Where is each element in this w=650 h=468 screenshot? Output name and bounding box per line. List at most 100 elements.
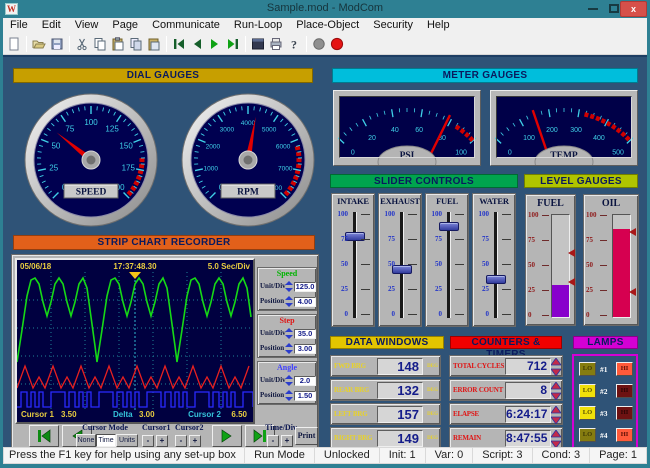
svg-text:RPM: RPM bbox=[237, 188, 259, 198]
lamp-4-lo[interactable]: LO bbox=[579, 428, 596, 442]
cursor-mode-time-button[interactable]: Time bbox=[96, 434, 116, 447]
lamp-1-lo[interactable]: LO bbox=[579, 362, 596, 376]
position-value[interactable]: 1.50 bbox=[294, 391, 316, 401]
spinner-icon[interactable] bbox=[285, 281, 293, 292]
chart-first-button[interactable] bbox=[29, 425, 59, 447]
toolbar-paste-special-icon[interactable] bbox=[145, 35, 163, 53]
counter-spinner-icon[interactable] bbox=[551, 430, 561, 448]
chart-next-button[interactable] bbox=[212, 425, 242, 447]
toolbar-copy-icon[interactable] bbox=[91, 35, 109, 53]
lamp-4-hi[interactable]: HI bbox=[616, 428, 633, 442]
menu-view[interactable]: View bbox=[68, 18, 106, 33]
counter-spinner-icon[interactable] bbox=[551, 382, 561, 400]
svg-text:300: 300 bbox=[570, 127, 582, 134]
svg-text:75: 75 bbox=[65, 124, 74, 133]
cursor2-plus-button[interactable]: + bbox=[189, 435, 201, 447]
psi-meter-gauge: 020406080100PSI bbox=[333, 90, 481, 166]
cursor1-plus-button[interactable]: + bbox=[156, 435, 168, 447]
spinner-icon[interactable] bbox=[285, 390, 293, 401]
close-button[interactable]: x bbox=[620, 1, 647, 17]
level-setpoint-marker-icon[interactable] bbox=[568, 249, 575, 257]
menu-place-object[interactable]: Place-Object bbox=[289, 18, 366, 33]
svg-text:6000: 6000 bbox=[276, 143, 291, 150]
menu-communicate[interactable]: Communicate bbox=[145, 18, 227, 33]
toolbar-play-icon[interactable] bbox=[206, 35, 224, 53]
slider-tick-mark bbox=[502, 289, 511, 290]
position-value[interactable]: 4.00 bbox=[294, 297, 316, 307]
spinner-icon[interactable] bbox=[285, 343, 293, 354]
lamp-3-hi[interactable]: HI bbox=[616, 406, 633, 420]
cursor1-minus-button[interactable]: - bbox=[142, 435, 154, 447]
level-tick-mark bbox=[600, 265, 607, 266]
slider-track[interactable] bbox=[353, 212, 357, 318]
slider-tick-mark bbox=[408, 264, 417, 265]
counter-elapse: ELAPSE 6:24:17 bbox=[449, 403, 563, 425]
toolbar-new-icon[interactable] bbox=[5, 35, 23, 53]
time-div-plus-button[interactable]: + bbox=[281, 435, 293, 447]
menu-run-loop[interactable]: Run-Loop bbox=[227, 18, 289, 33]
menu-page[interactable]: Page bbox=[105, 18, 145, 33]
chart-timebase: 5.0 Sec/Div bbox=[208, 262, 250, 271]
slider-tick-label: 0 bbox=[428, 310, 442, 318]
level-tick-label: 100 bbox=[586, 211, 599, 219]
level-tick-mark bbox=[542, 290, 549, 291]
maximize-button[interactable] bbox=[609, 4, 619, 13]
title-bar[interactable]: W Sample.mod - ModCom x bbox=[0, 0, 650, 18]
level-setpoint-marker-icon[interactable] bbox=[629, 288, 636, 296]
counter-label: REMAIN bbox=[453, 428, 481, 448]
counter-spinner-icon[interactable] bbox=[551, 406, 561, 424]
menu-help[interactable]: Help bbox=[420, 18, 457, 33]
toolbar-prev-icon[interactable] bbox=[188, 35, 206, 53]
cursor-mode-units-button[interactable]: Units bbox=[116, 434, 138, 447]
cursor-mode-none-button[interactable]: None bbox=[76, 434, 96, 447]
slider-track[interactable] bbox=[494, 212, 498, 318]
status-help-text: Press the F1 key for help using any set-… bbox=[3, 447, 245, 464]
spinner-icon[interactable] bbox=[285, 375, 293, 386]
toolbar-print-icon[interactable] bbox=[267, 35, 285, 53]
lamp-1-hi[interactable]: HI bbox=[616, 362, 633, 376]
toolbar-open-icon[interactable] bbox=[30, 35, 48, 53]
print-button[interactable]: Print bbox=[295, 427, 318, 445]
toolbar-last-icon[interactable] bbox=[224, 35, 242, 53]
toolbar-copy-special-icon[interactable] bbox=[127, 35, 145, 53]
slider-handle[interactable] bbox=[392, 265, 412, 274]
toolbar-window-icon[interactable] bbox=[249, 35, 267, 53]
level-gauge-fuel: FUEL 1007550250 bbox=[525, 194, 576, 326]
unit-div-label: Unit/Div bbox=[260, 375, 286, 386]
lamp-3-lo[interactable]: LO bbox=[579, 406, 596, 420]
toolbar-first-icon[interactable] bbox=[170, 35, 188, 53]
svg-text:100: 100 bbox=[84, 118, 98, 127]
toolbar-save-icon[interactable] bbox=[48, 35, 66, 53]
lamp-2-hi[interactable]: HI bbox=[616, 384, 633, 398]
toolbar-record-circle-icon[interactable] bbox=[328, 35, 346, 53]
time-div-minus-button[interactable]: - bbox=[267, 435, 279, 447]
minimize-button[interactable] bbox=[588, 8, 598, 10]
slider-handle[interactable] bbox=[439, 222, 459, 231]
cursor2-minus-button[interactable]: - bbox=[175, 435, 187, 447]
counter-spinner-icon[interactable] bbox=[551, 358, 561, 376]
svg-text:1000: 1000 bbox=[203, 165, 218, 172]
menu-file[interactable]: File bbox=[3, 18, 35, 33]
channel-name: Speed bbox=[258, 269, 316, 278]
lamp-2-lo[interactable]: LO bbox=[579, 384, 596, 398]
lamp-1-number: #1 bbox=[600, 365, 608, 374]
menu-edit[interactable]: Edit bbox=[35, 18, 68, 33]
slider-tick-mark bbox=[408, 239, 417, 240]
toolbar-stop-circle-icon[interactable] bbox=[310, 35, 328, 53]
spinner-icon[interactable] bbox=[285, 296, 293, 307]
unit-div-value[interactable]: 125.0 bbox=[294, 282, 316, 292]
slider-tick-label: 50 bbox=[381, 260, 395, 268]
level-setpoint-marker-icon[interactable] bbox=[629, 228, 636, 236]
toolbar-help-icon[interactable]: ? bbox=[285, 35, 303, 53]
slider-handle[interactable] bbox=[486, 275, 506, 284]
position-value[interactable]: 3.00 bbox=[294, 344, 316, 354]
toolbar-paste-icon[interactable] bbox=[109, 35, 127, 53]
menu-security[interactable]: Security bbox=[366, 18, 420, 33]
unit-div-value[interactable]: 2.0 bbox=[294, 376, 316, 386]
level-setpoint-marker-icon[interactable] bbox=[568, 278, 575, 286]
spinner-icon[interactable] bbox=[285, 328, 293, 339]
toolbar-cut-icon[interactable] bbox=[73, 35, 91, 53]
svg-text:100: 100 bbox=[455, 150, 467, 157]
unit-div-value[interactable]: 35.0 bbox=[294, 329, 316, 339]
counter-error-count: ERROR COUNT 8 bbox=[449, 379, 563, 401]
